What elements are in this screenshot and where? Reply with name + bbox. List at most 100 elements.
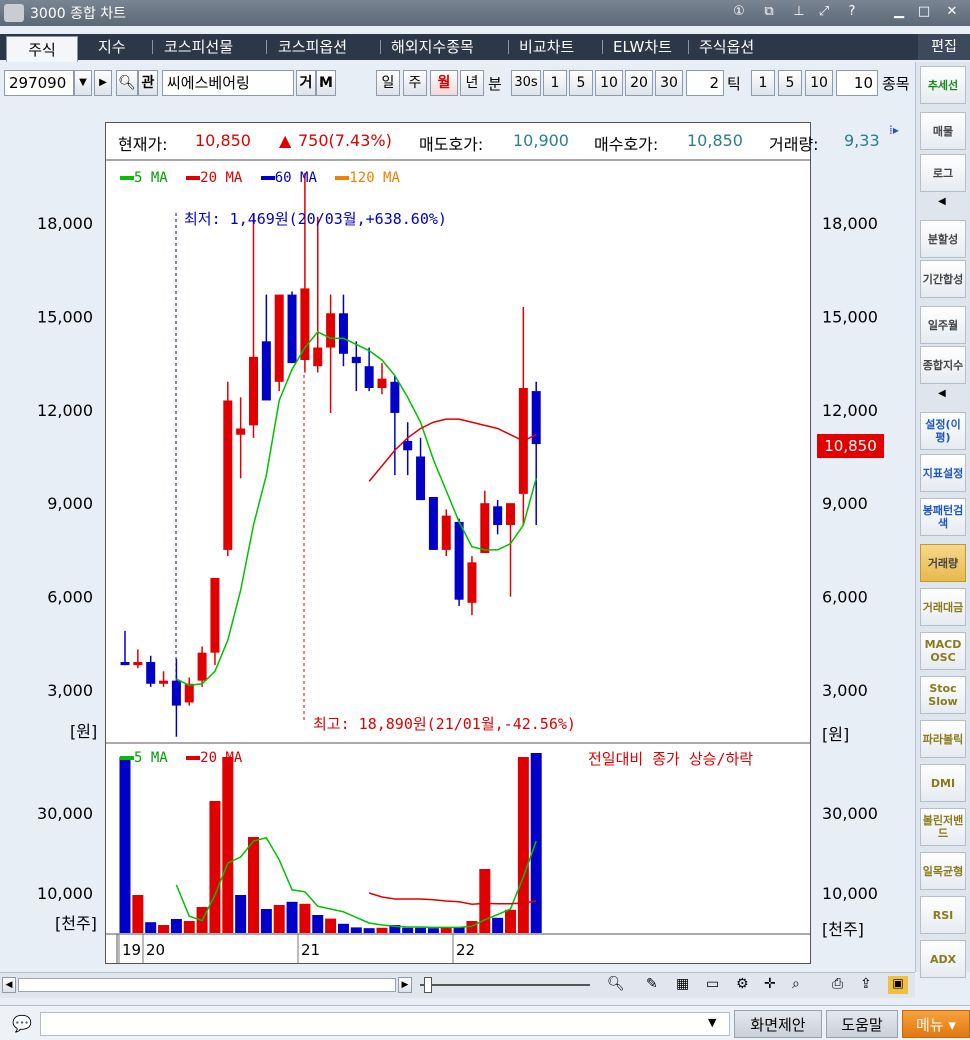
volume-bar <box>415 927 427 933</box>
zoom-slider-track[interactable] <box>420 984 590 986</box>
price-tick-left: 9,000 <box>47 494 93 513</box>
volume-tick-right: 10,000 <box>822 884 878 903</box>
legend-ma120: 120 MA <box>349 170 400 186</box>
dropdown-arrow-icon[interactable]: ▼ <box>708 1016 716 1029</box>
image-icon[interactable]: ▭ <box>706 976 719 992</box>
volume-bar <box>350 927 362 933</box>
export-icon[interactable]: ⇪ <box>860 976 872 992</box>
side-button-5[interactable]: 일주월 <box>920 306 966 344</box>
side-button-13[interactable]: Stoc Slow <box>920 676 966 714</box>
volume-legend: 5 MA 20 MA <box>120 750 242 766</box>
price-tick-left: 3,000 <box>47 681 93 700</box>
candle-body <box>506 503 515 525</box>
side-button-3[interactable]: 분할성 <box>920 220 966 258</box>
price-tick-left: 18,000 <box>37 214 93 233</box>
side-button-18[interactable]: RSI <box>920 896 966 934</box>
volume-bar <box>505 909 516 933</box>
close-icon[interactable]: ✕ <box>943 3 961 21</box>
volume-bar <box>248 837 259 933</box>
x-tick-label: 19 <box>122 941 141 959</box>
indicator-panel: 추세선매물로그분할성 기간합성일주월 종합지수설정(이평) 지표설정봉패턴검색거래량거… <box>915 62 970 978</box>
zoom-slider-handle[interactable] <box>424 977 432 993</box>
candle-body <box>249 356 258 426</box>
price-tick-right: 3,000 <box>822 681 868 700</box>
candle-body <box>146 661 156 684</box>
side-button-16[interactable]: 볼린저밴드 <box>920 808 966 846</box>
price-tick-right: 18,000 <box>822 214 878 233</box>
side-button-2[interactable]: 로그 <box>920 154 966 192</box>
price-tick-left: 6,000 <box>47 588 93 607</box>
scroll-left-icon[interactable]: ◀ <box>2 977 16 993</box>
candle-body <box>159 680 169 684</box>
side-button-15[interactable]: DMI <box>920 764 966 802</box>
high-annotation: 최고: 18,890원(21/01월,-42.56%) <box>313 715 576 733</box>
volume-ma20-line <box>368 892 537 905</box>
volume-note: 전일대비 종가 상승/하락 <box>588 750 754 768</box>
magnifier-icon[interactable]: ⌕ <box>792 976 800 992</box>
current-price-marker: 10,850 <box>817 434 884 458</box>
highlight-tool-icon[interactable]: ▣ <box>888 976 908 994</box>
x-tick-label: 21 <box>301 941 320 959</box>
settings-icon[interactable]: ⚙ <box>736 976 749 992</box>
volume-bar <box>402 927 414 933</box>
print-icon[interactable]: ⎙ <box>832 976 843 992</box>
price-tick-right: 6,000 <box>822 588 868 607</box>
message-input[interactable] <box>40 1012 730 1036</box>
legend-swatch-ma60 <box>260 176 275 180</box>
volume-bar <box>453 927 465 933</box>
crosshair-icon[interactable]: ✛ <box>764 976 776 992</box>
side-button-9[interactable]: 봉패턴검색 <box>920 498 966 536</box>
side-button-0[interactable]: 추세선 <box>920 66 966 104</box>
edit-button[interactable]: 편집 <box>918 34 970 60</box>
screen-suggest-button[interactable]: 화면제안 <box>734 1010 822 1038</box>
horizontal-scrollbar[interactable] <box>18 978 396 992</box>
volume-bar <box>260 909 272 933</box>
side-button-17[interactable]: 일목균형 <box>920 852 966 890</box>
side-button-19[interactable]: ADX <box>920 940 966 978</box>
side-button-7[interactable]: 설정(이평) <box>920 412 966 450</box>
volume-tick-right: 30,000 <box>822 804 878 823</box>
help-button[interactable]: 도움말 <box>826 1010 898 1038</box>
candle-body <box>377 378 387 389</box>
candle-body <box>171 680 181 706</box>
volume-bar <box>273 905 285 933</box>
collapse-arrow-icon[interactable]: ◀ <box>938 196 946 207</box>
candle-body <box>274 294 284 382</box>
draw-tool-icon[interactable]: ✎ <box>646 976 658 992</box>
volume-bar <box>132 895 144 933</box>
candle-body <box>416 456 426 501</box>
volume-bar <box>209 801 221 933</box>
menu-button[interactable]: 메뉴 ▾ <box>902 1010 970 1038</box>
side-button-8[interactable]: 지표설정 <box>920 454 966 492</box>
legend-swatch-vol-ma20 <box>186 756 201 760</box>
volume-bar <box>517 757 529 933</box>
volume-bar <box>119 757 131 933</box>
price-tick-left: 12,000 <box>37 401 93 420</box>
candle-body <box>210 577 220 653</box>
side-button-14[interactable]: 파라볼릭 <box>920 720 966 758</box>
collapse-arrow-icon[interactable]: ◀ <box>938 388 946 399</box>
side-button-6[interactable]: 종합지수 <box>920 346 966 384</box>
price-tick-right: 15,000 <box>822 307 878 326</box>
zoom-icon[interactable]: 🔍︎ <box>607 976 625 992</box>
side-button-4[interactable]: 기간합성 <box>920 260 966 298</box>
chat-icon[interactable]: 💬 <box>12 1014 32 1033</box>
price-tick-left: 15,000 <box>37 307 93 326</box>
maximize-icon[interactable]: □ <box>915 3 933 21</box>
legend-ma5: 5 MA <box>134 170 168 186</box>
x-tick-label: 20 <box>146 941 165 959</box>
price-legend: 5 MA 20 MA 60 MA 120 MA <box>120 170 400 186</box>
scroll-right-icon[interactable]: ▶ <box>398 977 412 993</box>
side-button-12[interactable]: MACD OSC <box>920 632 966 670</box>
calendar-icon[interactable]: ▦ <box>676 976 689 992</box>
chart-scroll-toolbar: ◀ ▶ 🔍︎ ✎ ▦ ▭ ⚙ ✛ ⌕ ⎙ ⇪ ▣ <box>0 972 915 998</box>
side-button-11[interactable]: 거래대금 <box>920 588 966 626</box>
volume-unit-right: [천주] <box>822 920 864 939</box>
volume-bar <box>222 757 234 933</box>
side-button-10[interactable]: 거래량 <box>920 544 966 582</box>
candle-body <box>133 661 143 666</box>
side-button-1[interactable]: 매물 <box>920 112 966 150</box>
candle-body <box>184 683 194 703</box>
candle-body <box>364 366 374 389</box>
volume-bar <box>363 928 375 933</box>
